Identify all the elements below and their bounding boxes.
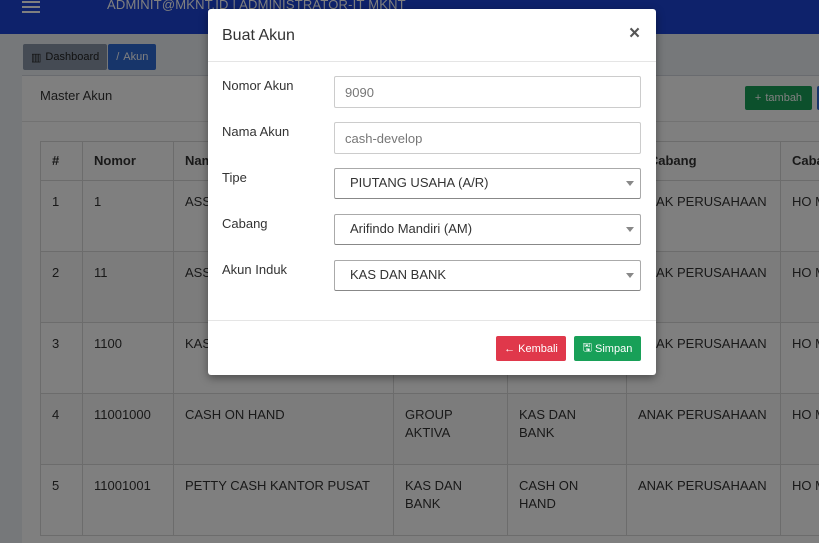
simpan-label: Simpan <box>595 342 633 355</box>
nomor-akun-input[interactable] <box>334 76 641 108</box>
modal-header: Buat Akun × <box>208 9 656 62</box>
tipe-value: PIUTANG USAHA (A/R) <box>350 175 489 190</box>
nomor-akun-label: Nomor Akun <box>222 78 294 93</box>
akun-induk-row: Akun Induk KAS DAN BANK <box>222 260 642 292</box>
akun-induk-label: Akun Induk <box>222 262 288 277</box>
akun-induk-select[interactable]: KAS DAN BANK <box>334 260 641 291</box>
arrow-left-icon: ← <box>504 342 516 355</box>
cabang-value: Arifindo Mandiri (AM) <box>350 221 473 236</box>
cabang-row: Cabang Arifindo Mandiri (AM) <box>222 214 642 246</box>
tipe-label: Tipe <box>222 170 247 185</box>
nama-akun-row: Nama Akun <box>222 122 642 154</box>
akun-induk-value: KAS DAN BANK <box>350 267 447 282</box>
simpan-button[interactable]: 🖫 Simpan <box>574 336 641 361</box>
modal-footer: ← Kembali 🖫 Simpan <box>208 320 656 375</box>
tipe-row: Tipe PIUTANG USAHA (A/R) <box>222 168 642 200</box>
cabang-select[interactable]: Arifindo Mandiri (AM) <box>334 214 641 245</box>
save-icon: 🖫 <box>582 342 593 354</box>
kembali-label: Kembali <box>518 342 558 355</box>
caret-down-icon <box>626 181 634 186</box>
close-icon[interactable]: × <box>629 23 640 45</box>
buat-akun-modal: Buat Akun × Nomor Akun Nama Akun Tipe PI… <box>208 9 656 375</box>
nama-akun-input[interactable] <box>334 122 641 154</box>
nama-akun-label: Nama Akun <box>222 124 290 139</box>
caret-down-icon <box>626 227 634 232</box>
kembali-button[interactable]: ← Kembali <box>496 336 566 361</box>
caret-down-icon <box>626 273 634 278</box>
cabang-label: Cabang <box>222 216 268 231</box>
nomor-akun-row: Nomor Akun <box>222 76 642 108</box>
tipe-select[interactable]: PIUTANG USAHA (A/R) <box>334 168 641 199</box>
modal-title: Buat Akun <box>222 27 295 44</box>
